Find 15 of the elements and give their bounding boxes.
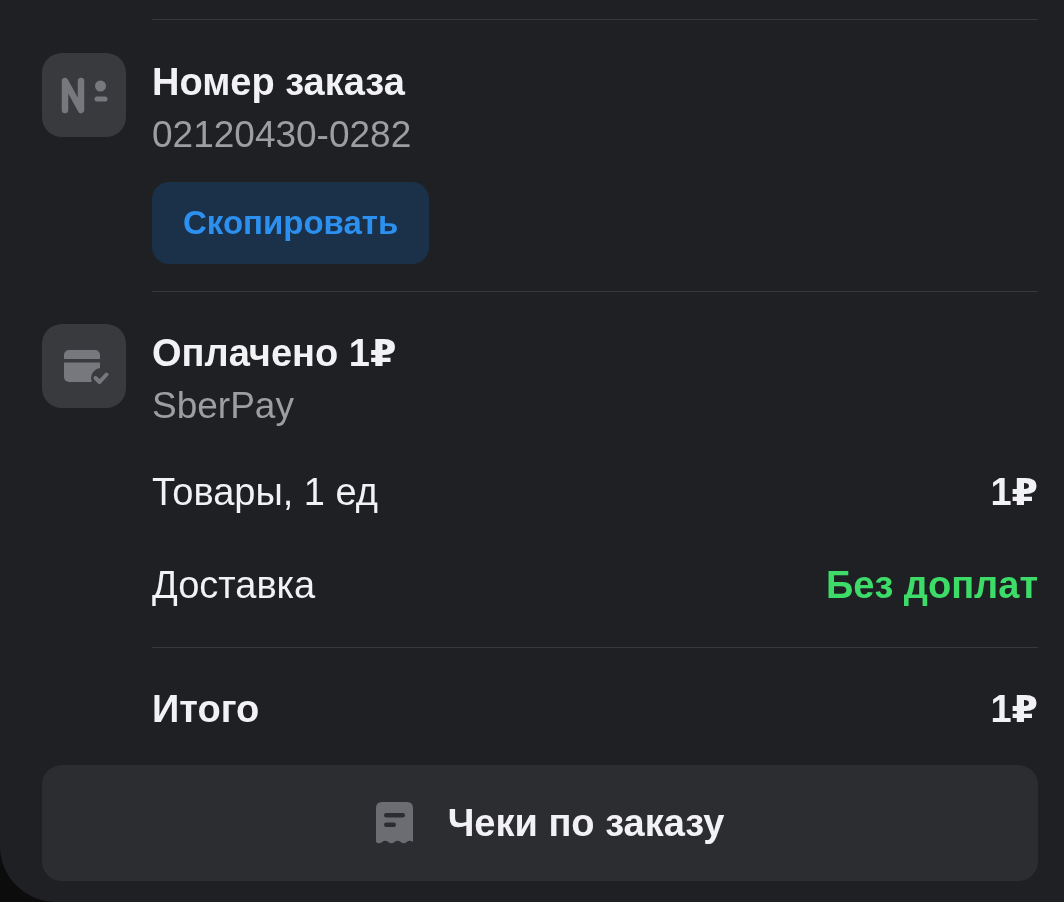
order-number-title: Номер заказа: [152, 60, 405, 105]
order-number-value: 02120430-0282: [152, 113, 412, 157]
line-value: 1₽: [990, 470, 1038, 515]
total-label: Итого: [152, 687, 260, 732]
number-sign-icon: [42, 53, 126, 137]
line-value: Без доплат: [825, 563, 1038, 608]
card-check-icon: [42, 324, 126, 408]
total-value: 1₽: [990, 687, 1038, 732]
receipt-icon: [375, 801, 413, 845]
receipts-button[interactable]: Чеки по заказу: [42, 765, 1038, 881]
line-label: Товары, 1 ед: [152, 470, 378, 515]
line-label: Доставка: [152, 563, 316, 608]
copy-button[interactable]: Скопировать: [152, 182, 430, 264]
payment-title: Оплачено 1₽: [152, 331, 397, 376]
payment-method: SberPay: [152, 384, 294, 428]
